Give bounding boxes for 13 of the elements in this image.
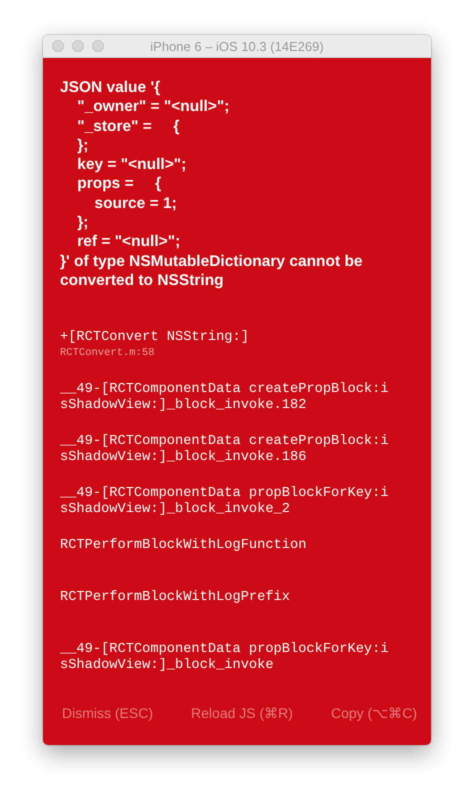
window-control-icon[interactable] [52,40,64,52]
window-title: iPhone 6 – iOS 10.3 (14E269) [150,38,324,54]
stack-frame-method[interactable]: __49-[RCTComponentData propBlockForKey:isShadowView:]_block_invoke [60,642,389,674]
stack-frame-method[interactable]: RCTPerformBlockWithLogFunction [60,538,389,554]
window-control-icon[interactable] [72,40,84,52]
stack-frame-method[interactable]: __49-[RCTComponentData propBlockForKey:isShadowView:]_block_invoke_2 [60,486,389,518]
stack-frame-method[interactable]: __49-[RCTComponentData createPropBlock:isShadowView:]_block_invoke.186 [60,434,389,466]
stack-frame-method[interactable]: +[RCTConvert NSString:] [60,330,389,346]
error-message: JSON value '{ "_owner" = "<null>"; "_store" = { }; key = "<null>"; props = { source = 1; }; ref = "<null>"; }' of type NSMutableDictionary cannot be converted to NSString [60,78,364,290]
stack-frame-file: RCTConvert.m:58 [60,346,156,360]
stack-frame-method[interactable]: RCTPerformBlockWithLogPrefix [60,590,389,606]
stack-frame-method[interactable]: __49-[RCTComponentData createPropBlock:isShadowView:]_block_invoke.182 [60,382,389,414]
window-control-icon[interactable] [92,40,104,52]
